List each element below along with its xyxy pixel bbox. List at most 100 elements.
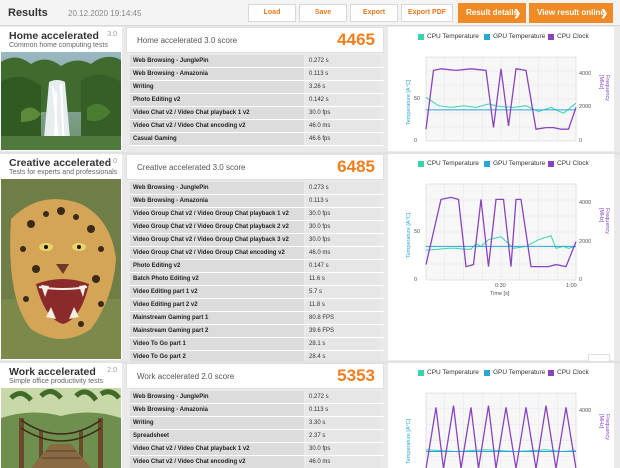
chevron-right-icon: ❯ bbox=[513, 8, 521, 18]
section-info: Home accelerated 3.0 Common home computi… bbox=[0, 27, 122, 151]
y-axis-left-label: Temperature [A°C] bbox=[406, 212, 412, 258]
table-row: Web Browsing - JunglePin 0.272 s bbox=[130, 55, 384, 68]
test-value: 0.113 s bbox=[306, 404, 380, 416]
score-header: Work accelerated 2.0 score 5353 bbox=[126, 363, 384, 389]
test-name: Writing bbox=[130, 417, 304, 429]
table-row: Casual Gaming 46.6 fps bbox=[130, 133, 384, 146]
y-axis-left-label: Temperature [A°C] bbox=[406, 79, 412, 125]
table-row: Writing 3.26 s bbox=[130, 81, 384, 94]
test-value: 11.6 s bbox=[306, 273, 380, 285]
result-details-button[interactable]: Result details ❯ bbox=[458, 3, 526, 23]
table-row: Video Group Chat v2 / Video Group Chat p… bbox=[130, 234, 384, 247]
table-row: Video Chat v2 / Video Chat playback 1 v2… bbox=[130, 107, 384, 120]
y-axis-right-label: Frequency [MHz] bbox=[598, 414, 610, 440]
test-name: Batch Photo Editing v2 bbox=[130, 273, 304, 285]
test-name: Mainstream Gaming part 1 bbox=[130, 312, 304, 324]
test-value: 30.0 fps bbox=[306, 234, 380, 246]
section-title: Creative accelerated bbox=[9, 157, 112, 169]
test-value: 0.273 s bbox=[306, 182, 380, 194]
test-name: Casual Gaming bbox=[130, 133, 304, 145]
table-row: Video Editing part 2 v2 11.8 s bbox=[130, 299, 384, 312]
y-tick-left: 0 bbox=[414, 277, 418, 283]
test-value: 5.7 s bbox=[306, 286, 380, 298]
results-table: Web Browsing - JunglePin 0.272 s Web Brows… bbox=[130, 391, 384, 468]
test-name: Web Browsing - JunglePin bbox=[130, 55, 304, 67]
test-name: Video Chat v2 / Video Chat playback 1 v2 bbox=[130, 443, 304, 455]
y-tick-left: 0 bbox=[414, 138, 418, 144]
table-row: Web Browsing - Amazonia 0.113 s bbox=[130, 68, 384, 81]
test-value: 0.113 s bbox=[306, 195, 380, 207]
monitoring-chart: CPU Temperature GPU Temperature CPU Clock T… bbox=[388, 154, 614, 360]
y-tick-left: 50 bbox=[414, 96, 421, 102]
export-pdf-button[interactable]: Export PDF bbox=[401, 4, 453, 22]
score-header: Home accelerated 3.0 score 4465 bbox=[126, 27, 384, 53]
table-row: Photo Editing v2 0.147 s bbox=[130, 260, 384, 273]
section-info: Creative accelerated 3.0 Tests for exper… bbox=[0, 154, 122, 360]
test-name: Video To Go part 1 bbox=[130, 338, 304, 350]
test-value: 30.0 fps bbox=[306, 443, 380, 455]
export-button[interactable]: Export bbox=[350, 4, 398, 22]
y-tick-right: 2000 bbox=[579, 104, 592, 111]
table-row: Video Group Chat v2 / Video Group Chat e… bbox=[130, 247, 384, 260]
section-version: 2.0 bbox=[107, 367, 117, 374]
score-label: Home accelerated 3.0 score bbox=[137, 36, 238, 45]
table-row: Web Browsing - Amazonia 0.113 s bbox=[130, 404, 384, 417]
test-value: 46.0 ms bbox=[306, 120, 380, 132]
table-row: Video Group Chat v2 / Video Group Chat p… bbox=[130, 208, 384, 221]
score-value: 5353 bbox=[337, 366, 375, 385]
table-row: Video To Go part 1 28.1 s bbox=[130, 338, 384, 351]
y-axis-left-label: Temperature [A°C] bbox=[406, 418, 412, 464]
monitoring-chart: CPU Temperature GPU Temperature CPU Clock T… bbox=[388, 27, 614, 151]
section-subtitle: Common home computing tests bbox=[9, 42, 108, 49]
results-table: Web Browsing - JunglePin 0.272 s Web Brows… bbox=[130, 55, 384, 146]
test-name: Video Group Chat v2 / Video Group Chat p… bbox=[130, 234, 304, 246]
x-tick: 0:30 bbox=[495, 283, 506, 289]
waterfall-thumbnail bbox=[1, 52, 121, 150]
section-subtitle: Simple office productivity tests bbox=[9, 378, 104, 385]
test-value: 0.272 s bbox=[306, 391, 380, 403]
y-tick-right: 4000 bbox=[579, 70, 592, 77]
test-value: 11.8 s bbox=[306, 299, 380, 311]
section-title: Work accelerated bbox=[9, 366, 96, 378]
test-name: Video Chat v2 / Video Chat encoding v2 bbox=[130, 120, 304, 132]
section-work-accelerated: Work accelerated 2.0 Simple office produ… bbox=[0, 363, 620, 468]
chart-plot bbox=[425, 392, 577, 468]
save-button[interactable]: Save bbox=[299, 4, 347, 22]
table-row: Web Browsing - JunglePin 0.272 s bbox=[130, 391, 384, 404]
chart-plot bbox=[425, 56, 577, 142]
table-row: Photo Editing v2 0.142 s bbox=[130, 94, 384, 107]
test-value: 0.147 s bbox=[306, 260, 380, 272]
table-row: Mainstream Gaming part 1 80.8 FPS bbox=[130, 312, 384, 325]
table-row: Web Browsing - Amazonia 0.113 s bbox=[130, 195, 384, 208]
section-version: 3.0 bbox=[107, 158, 117, 165]
score-label: Work accelerated 2.0 score bbox=[137, 372, 235, 381]
test-value: 46.0 ms bbox=[306, 456, 380, 468]
test-name: Mainstream Gaming part 2 bbox=[130, 325, 304, 337]
section-version: 3.0 bbox=[107, 31, 117, 38]
chevron-right-icon: ❯ bbox=[600, 8, 608, 18]
test-value: 0.142 s bbox=[306, 94, 380, 106]
y-tick-left: 50 bbox=[414, 229, 421, 235]
test-value: 0.272 s bbox=[306, 55, 380, 67]
y-axis-right-label: Frequency [MHz] bbox=[598, 75, 610, 101]
table-row: Web Browsing - JunglePin 0.273 s bbox=[130, 182, 384, 195]
test-value: 2.37 s bbox=[306, 430, 380, 442]
page-title: Results bbox=[8, 7, 48, 19]
test-value: 28.1 s bbox=[306, 338, 380, 350]
test-value: 3.26 s bbox=[306, 81, 380, 93]
test-value: 30.0 fps bbox=[306, 221, 380, 233]
section-subtitle: Tests for experts and professionals bbox=[9, 169, 118, 176]
y-axis-right-label: Frequency [MHz] bbox=[598, 208, 610, 234]
y-tick-right: 2000 bbox=[579, 238, 592, 245]
test-name: Web Browsing - Amazonia bbox=[130, 68, 304, 80]
test-value: 3.30 s bbox=[306, 417, 380, 429]
test-name: Web Browsing - Amazonia bbox=[130, 195, 304, 207]
view-online-button[interactable]: View result online ❯ bbox=[529, 3, 613, 23]
load-button[interactable]: Load bbox=[248, 4, 296, 22]
test-name: Web Browsing - Amazonia bbox=[130, 404, 304, 416]
top-bar: Results 20.12.2020 19:14:45 Load Save Ex… bbox=[0, 0, 620, 26]
result-date: 20.12.2020 19:14:45 bbox=[68, 9, 142, 18]
test-name: Web Browsing - JunglePin bbox=[130, 182, 304, 194]
test-name: Video Chat v2 / Video Chat encoding v2 bbox=[130, 456, 304, 468]
chart-plot bbox=[425, 183, 577, 281]
